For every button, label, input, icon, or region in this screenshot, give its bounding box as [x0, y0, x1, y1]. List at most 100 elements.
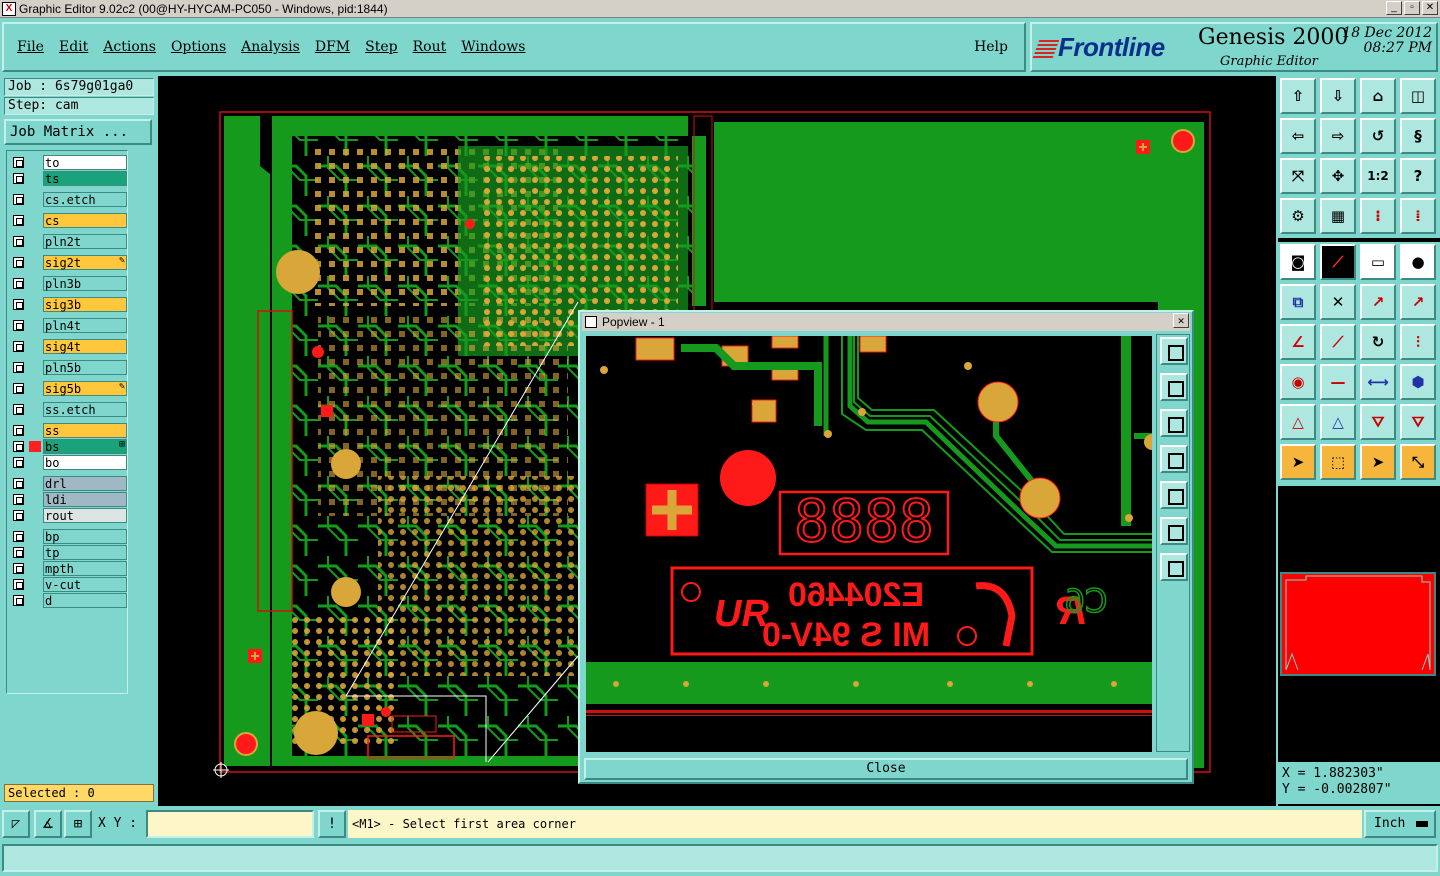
- layer-row-cs[interactable]: cs: [9, 213, 127, 228]
- pan-right-icon[interactable]: ⇨: [1320, 118, 1356, 154]
- layer-checkbox[interactable]: [13, 341, 24, 352]
- cross-icon[interactable]: ✕: [1320, 284, 1356, 320]
- pointer-box-icon[interactable]: ⬚: [1320, 444, 1356, 480]
- layer-checkbox[interactable]: [13, 510, 24, 521]
- select-feature-icon[interactable]: ◙: [1280, 244, 1316, 280]
- layer-row-bp[interactable]: bp: [9, 529, 127, 544]
- layer-checkbox[interactable]: [13, 404, 24, 415]
- layer-name[interactable]: mpth: [43, 561, 127, 576]
- layer-row-pln3b[interactable]: pln3b: [9, 276, 127, 291]
- layer-row-bo[interactable]: bo: [9, 455, 127, 470]
- layer-checkbox[interactable]: [13, 441, 24, 452]
- layer-name[interactable]: cs.etch: [43, 192, 127, 207]
- layer-checkbox[interactable]: [13, 595, 24, 606]
- layer-row-ldi[interactable]: ldi: [9, 492, 127, 507]
- resize-icon[interactable]: ⟷: [1360, 364, 1396, 400]
- menu-windows[interactable]: Windows: [461, 39, 525, 55]
- layer-row-sig5b[interactable]: sig5b ✎: [9, 381, 127, 396]
- layer-name[interactable]: sig2t: [43, 255, 127, 270]
- menu-dfm[interactable]: DFM: [315, 39, 350, 55]
- triangle-icon[interactable]: △: [1280, 404, 1316, 440]
- minimize-button[interactable]: _: [1386, 1, 1402, 15]
- exclamation-button[interactable]: !: [318, 810, 346, 838]
- layer-checkbox[interactable]: [13, 257, 24, 268]
- layer-name[interactable]: d: [43, 593, 127, 608]
- menu-help[interactable]: Help: [974, 39, 1008, 55]
- settings-icon[interactable]: ⚙: [1280, 198, 1316, 234]
- grid-icon[interactable]: ▦: [1320, 198, 1356, 234]
- layer-checkbox[interactable]: [13, 425, 24, 436]
- measure-icon[interactable]: ⁞: [1400, 198, 1436, 234]
- help-icon[interactable]: ?: [1400, 158, 1436, 194]
- layer-name[interactable]: sig3b: [43, 297, 127, 312]
- home-up-icon[interactable]: ⇧: [1280, 78, 1316, 114]
- layer-row-bs[interactable]: bs ⊞: [9, 439, 127, 454]
- layer-checkbox[interactable]: [13, 157, 24, 168]
- popview-close-button[interactable]: Close: [584, 758, 1188, 780]
- zoom-center-icon[interactable]: ✥: [1320, 158, 1356, 194]
- layer-name[interactable]: cs: [43, 213, 127, 228]
- popview-tool-left-icon[interactable]: [1160, 445, 1188, 473]
- layer-row-pln2t[interactable]: pln2t: [9, 234, 127, 249]
- layer-checkbox[interactable]: [13, 457, 24, 468]
- layer-name[interactable]: pln3b: [43, 276, 127, 291]
- menu-actions[interactable]: Actions: [103, 39, 156, 55]
- overview-minimap[interactable]: [1280, 572, 1436, 676]
- units-select[interactable]: Inch: [1364, 810, 1436, 838]
- grid-snap-icon[interactable]: ⊞: [64, 810, 92, 838]
- popview-tool-copy-icon[interactable]: [1160, 337, 1188, 365]
- popview-tool-zoom-out-icon[interactable]: [1160, 553, 1188, 581]
- layer-checkbox[interactable]: [13, 579, 24, 590]
- arc-icon[interactable]: ↻: [1360, 324, 1396, 360]
- layer-row-ss-etch[interactable]: ss.etch: [9, 402, 127, 417]
- layer-row-rout[interactable]: rout: [9, 508, 127, 523]
- pointer-select-icon[interactable]: ➤: [1360, 444, 1396, 480]
- add-pad-icon[interactable]: ◉: [1280, 364, 1316, 400]
- layer-checkbox[interactable]: [13, 299, 24, 310]
- menu-step[interactable]: Step: [365, 39, 397, 55]
- home-down-icon[interactable]: ⇩: [1320, 78, 1356, 114]
- layer-name[interactable]: tp: [43, 545, 127, 560]
- angle-snap-icon[interactable]: ∡: [34, 810, 62, 838]
- pad-icon[interactable]: ●: [1400, 244, 1436, 280]
- layer-checkbox[interactable]: [13, 383, 24, 394]
- layer-name[interactable]: v-cut: [43, 577, 127, 592]
- layer-row-pln5b[interactable]: pln5b: [9, 360, 127, 375]
- layer-row-ss[interactable]: ss: [9, 423, 127, 438]
- home-icon[interactable]: ⌂: [1360, 78, 1396, 114]
- layer-name[interactable]: pln2t: [43, 234, 127, 249]
- xy-input[interactable]: [146, 810, 314, 838]
- zoom-back-icon[interactable]: ↺: [1360, 118, 1396, 154]
- snap-mode-icon[interactable]: ◸: [2, 810, 30, 838]
- zoom-one-to-two-icon[interactable]: 1:2: [1360, 158, 1396, 194]
- layer-checkbox[interactable]: [13, 563, 24, 574]
- popview-tool-zoom-in-icon[interactable]: [1160, 517, 1188, 545]
- menu-analysis[interactable]: Analysis: [241, 39, 300, 55]
- layer-row-sig4t[interactable]: sig4t: [9, 339, 127, 354]
- layer-name[interactable]: to: [43, 155, 127, 170]
- layer-row-v-cut[interactable]: v-cut: [9, 577, 127, 592]
- layer-row-d[interactable]: d: [9, 593, 127, 608]
- slope-icon[interactable]: ⟋: [1320, 324, 1356, 360]
- layer-row-sig3b[interactable]: sig3b: [9, 297, 127, 312]
- layer-row-pln4t[interactable]: pln4t: [9, 318, 127, 333]
- layer-name[interactable]: ldi: [43, 492, 127, 507]
- redraw-icon[interactable]: §: [1400, 118, 1436, 154]
- layer-name[interactable]: pln4t: [43, 318, 127, 333]
- layer-row-ts[interactable]: ts: [9, 171, 127, 186]
- layer-row-sig2t[interactable]: sig2t ✎: [9, 255, 127, 270]
- layer-name[interactable]: rout: [43, 508, 127, 523]
- layer-checkbox[interactable]: [13, 547, 24, 558]
- layer-checkbox[interactable]: [13, 494, 24, 505]
- popview-tool-down-icon[interactable]: [1160, 409, 1188, 437]
- layer-name[interactable]: pln5b: [43, 360, 127, 375]
- layer-checkbox[interactable]: [13, 278, 24, 289]
- layer-name[interactable]: bs: [43, 439, 127, 454]
- net-icon[interactable]: ⤡: [1400, 444, 1436, 480]
- layer-row-mpth[interactable]: mpth: [9, 561, 127, 576]
- layer-row-to[interactable]: to: [9, 155, 127, 170]
- popview-close-icon[interactable]: ✕: [1173, 313, 1189, 328]
- area-icon[interactable]: ⛛: [1360, 404, 1396, 440]
- shapes-icon[interactable]: ⬢: [1400, 364, 1436, 400]
- layer-checkbox[interactable]: [13, 320, 24, 331]
